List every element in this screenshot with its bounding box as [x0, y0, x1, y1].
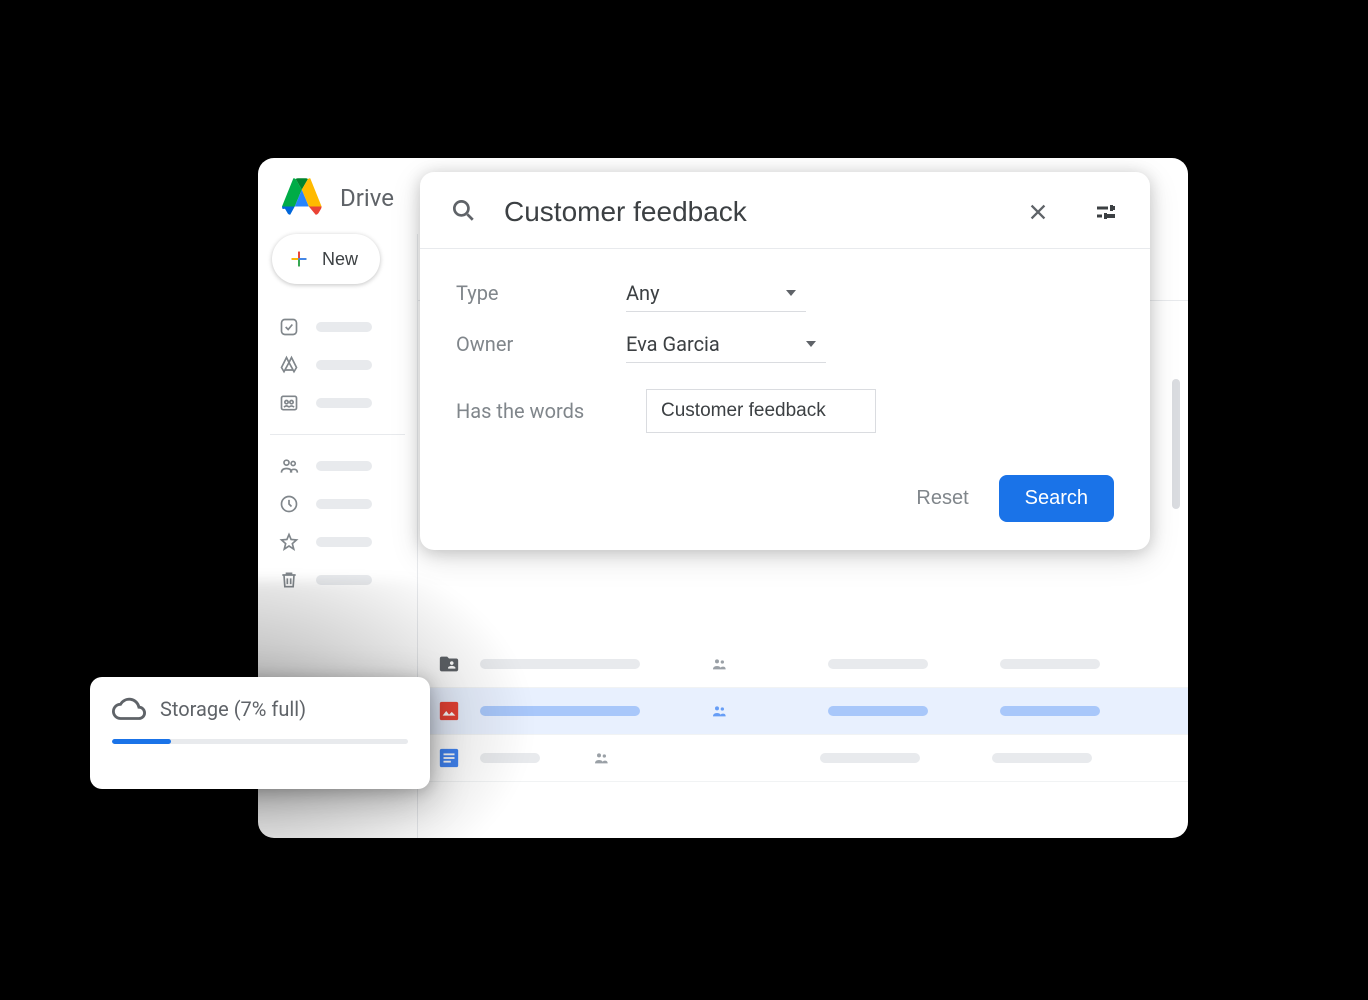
- tune-icon[interactable]: [1092, 198, 1120, 226]
- sidebar-skeleton: [316, 322, 372, 332]
- sidebar-skeleton: [316, 537, 372, 547]
- filter-owner-row: Owner Eva Garcia: [456, 328, 1114, 363]
- sidebar-skeleton: [316, 398, 372, 408]
- search-icon: [450, 197, 476, 227]
- storage-fill: [112, 739, 171, 744]
- plus-icon: [288, 248, 310, 270]
- sidebar-skeleton: [316, 360, 372, 370]
- filter-words-input[interactable]: [646, 389, 876, 433]
- search-button[interactable]: Search: [999, 475, 1114, 522]
- new-button[interactable]: New: [272, 234, 380, 284]
- sidebar-item-shared[interactable]: [270, 447, 405, 485]
- sidebar-item-shared-drives[interactable]: [270, 384, 405, 422]
- shared-icon: [708, 702, 730, 720]
- file-col-skeleton: [1000, 659, 1100, 669]
- file-col-skeleton: [828, 659, 928, 669]
- caret-down-icon: [786, 290, 796, 296]
- filter-type-value: Any: [626, 281, 660, 305]
- filter-type-label: Type: [456, 281, 606, 305]
- clock-icon: [278, 493, 300, 515]
- storage-card[interactable]: Storage (7% full): [90, 677, 430, 789]
- filter-words-label: Has the words: [456, 399, 626, 423]
- search-panel: Type Any Owner Eva Garcia Has the words …: [420, 172, 1150, 550]
- close-icon[interactable]: [1024, 198, 1052, 226]
- drive-icon: [278, 354, 300, 376]
- filter-type-row: Type Any: [456, 277, 1114, 312]
- filter-owner-label: Owner: [456, 332, 606, 356]
- reset-button[interactable]: Reset: [916, 487, 968, 510]
- search-input[interactable]: [504, 196, 996, 228]
- new-button-label: New: [322, 249, 358, 270]
- storage-bar: [112, 739, 408, 744]
- scrollbar[interactable]: [1172, 379, 1180, 509]
- shared-icon: [708, 655, 730, 673]
- search-header: [420, 172, 1150, 249]
- sidebar-divider: [270, 434, 405, 435]
- filter-words-row: Has the words: [456, 389, 1114, 433]
- app-title: Drive: [340, 184, 394, 212]
- star-icon: [278, 531, 300, 553]
- sidebar-item-mydrive[interactable]: [270, 346, 405, 384]
- filter-owner-select[interactable]: Eva Garcia: [626, 328, 826, 363]
- shared-icon: [590, 749, 612, 767]
- caret-down-icon: [806, 341, 816, 347]
- filter-owner-value: Eva Garcia: [626, 332, 720, 356]
- sidebar-skeleton: [316, 461, 372, 471]
- shared-drives-icon: [278, 392, 300, 414]
- sidebar-skeleton: [316, 499, 372, 509]
- filter-type-select[interactable]: Any: [626, 277, 806, 312]
- file-col-skeleton: [992, 753, 1092, 763]
- sidebar-item-priority[interactable]: [270, 308, 405, 346]
- check-square-icon: [278, 316, 300, 338]
- people-icon: [278, 455, 300, 477]
- file-col-skeleton: [820, 753, 920, 763]
- file-col-skeleton: [1000, 706, 1100, 716]
- drive-logo-icon: [282, 178, 326, 218]
- storage-label: Storage (7% full): [160, 697, 306, 721]
- search-actions: Reset Search: [420, 459, 1150, 550]
- file-col-skeleton: [828, 706, 928, 716]
- sidebar-item-starred[interactable]: [270, 523, 405, 561]
- cloud-icon: [112, 697, 144, 721]
- search-filters: Type Any Owner Eva Garcia Has the words: [420, 249, 1150, 459]
- sidebar-item-recent[interactable]: [270, 485, 405, 523]
